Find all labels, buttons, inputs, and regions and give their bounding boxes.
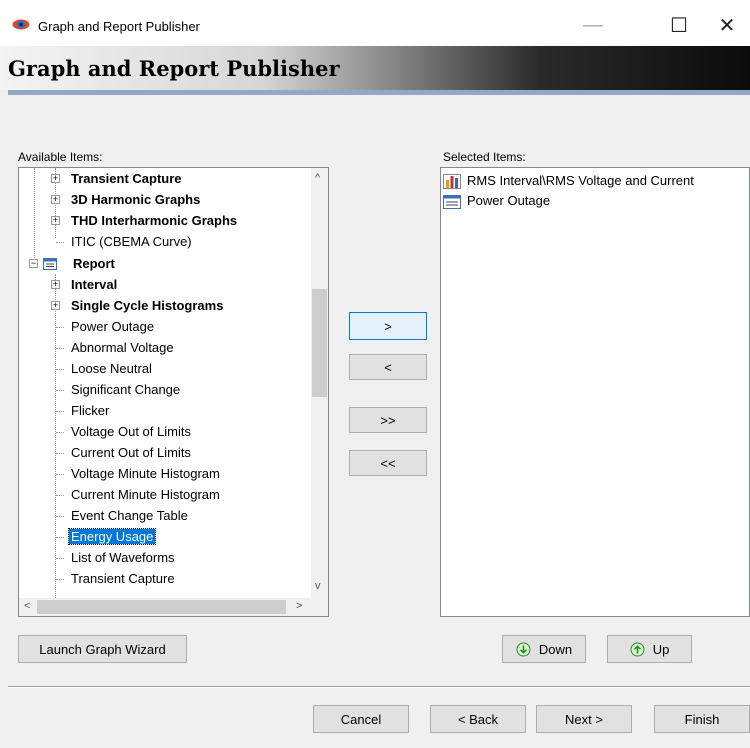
tree-item[interactable]: Current Minute Histogram [71, 484, 220, 505]
vertical-scroll-thumb[interactable] [312, 289, 327, 397]
header-divider [8, 90, 750, 95]
tree-connector [56, 369, 64, 370]
selected-items-label: Selected Items: [443, 150, 526, 164]
app-eye-icon [12, 19, 30, 30]
cancel-button[interactable]: Cancel [313, 705, 409, 733]
scroll-up-icon[interactable]: ^ [315, 172, 320, 184]
tree-item[interactable]: List of Waveforms [71, 547, 175, 568]
tree-connector [56, 390, 64, 391]
footer-divider [8, 686, 750, 688]
tree-item[interactable]: Single Cycle Histograms [71, 295, 223, 316]
up-label: Up [652, 641, 670, 657]
tree-connector [55, 274, 56, 598]
selected-items-list[interactable]: RMS Interval\RMS Voltage and Current Pow… [440, 167, 750, 617]
vertical-scrollbar[interactable]: ^ v [311, 168, 328, 598]
tree-item[interactable]: Voltage Minute Histogram [71, 463, 220, 484]
horizontal-scroll-thumb[interactable] [37, 600, 286, 614]
arrow-down-icon [516, 642, 531, 656]
report-icon [443, 194, 461, 209]
tree-item[interactable]: Abnormal Voltage [71, 337, 174, 358]
page-title: Graph and Report Publisher [8, 56, 340, 81]
maximize-icon: ☐ [670, 14, 688, 37]
add-all-button[interactable]: >> [349, 407, 427, 433]
remove-selected-button[interactable]: < [349, 354, 427, 380]
tree-item[interactable]: ITIC (CBEMA Curve) [71, 231, 192, 252]
move-up-button[interactable]: Up [607, 635, 692, 663]
window-title: Graph and Report Publisher [38, 19, 200, 34]
scroll-left-icon[interactable]: < [24, 600, 30, 612]
window-titlebar: Graph and Report Publisher — ☐ ✕ [0, 0, 750, 46]
move-down-button[interactable]: Down [502, 635, 586, 663]
next-button[interactable]: Next > [536, 705, 632, 733]
remove-all-button[interactable]: << [349, 450, 427, 476]
tree-item[interactable]: Loose Neutral [71, 358, 152, 379]
collapse-icon[interactable]: − [29, 259, 38, 268]
launch-graph-wizard-button[interactable]: Launch Graph Wizard [18, 635, 187, 663]
scroll-right-icon[interactable]: > [296, 600, 302, 612]
tree-item[interactable]: Power Outage [71, 316, 154, 337]
available-items-label: Available Items: [18, 150, 103, 164]
bar-chart-icon [443, 174, 461, 190]
tree-connector [56, 432, 64, 433]
expand-icon[interactable]: + [51, 216, 60, 225]
tree-connector [56, 327, 64, 328]
header-banner: Graph and Report Publisher [0, 46, 750, 90]
scroll-down-icon[interactable]: v [315, 580, 321, 592]
tree-connector [56, 579, 64, 580]
minimize-button[interactable]: — [570, 8, 616, 42]
tree-connector [56, 348, 64, 349]
tree-item[interactable]: Current Out of Limits [71, 442, 191, 463]
tree-item-report[interactable]: Report [73, 253, 115, 274]
tree-connector [56, 558, 64, 559]
expand-icon[interactable]: + [51, 195, 60, 204]
scroll-corner [311, 598, 328, 616]
report-icon [43, 258, 57, 270]
tree-item[interactable]: Interval [71, 274, 117, 295]
tree-item[interactable]: Significant Change [71, 379, 180, 400]
list-item-label: RMS Interval\RMS Voltage and Current [467, 173, 694, 188]
close-icon: ✕ [718, 14, 736, 37]
maximize-button[interactable]: ☐ [656, 8, 702, 42]
tree-item[interactable]: Event Change Table [71, 505, 188, 526]
list-item[interactable]: Power Outage [443, 191, 550, 211]
down-label: Down [538, 641, 573, 657]
minimize-icon: — [583, 13, 603, 36]
list-item-label: Power Outage [467, 193, 551, 208]
expand-icon[interactable]: + [51, 174, 60, 183]
tree-connector [56, 242, 64, 243]
tree-connector [56, 537, 64, 538]
tree-connector [56, 516, 64, 517]
tree-item[interactable]: Transient Capture [71, 168, 182, 189]
tree-connector [56, 453, 64, 454]
tree-connector [56, 411, 64, 412]
tree-item[interactable]: 3D Harmonic Graphs [71, 189, 200, 210]
list-item[interactable]: RMS Interval\RMS Voltage and Current [443, 171, 694, 191]
available-items-tree[interactable]: + Transient Capture + 3D Harmonic Graphs… [18, 167, 329, 617]
tree-connector [56, 474, 64, 475]
tree-item[interactable]: Transient Capture [71, 568, 175, 589]
finish-button[interactable]: Finish [654, 705, 750, 733]
tree-connector [56, 495, 64, 496]
tree-item[interactable]: THD Interharmonic Graphs [71, 210, 237, 231]
tree-item[interactable]: Voltage Out of Limits [71, 421, 191, 442]
back-button[interactable]: < Back [430, 705, 526, 733]
add-selected-button[interactable]: > [349, 312, 427, 340]
horizontal-scrollbar[interactable]: < > [19, 598, 311, 616]
close-button[interactable]: ✕ [704, 8, 750, 42]
arrow-up-icon [630, 642, 645, 656]
expand-icon[interactable]: + [51, 280, 60, 289]
expand-icon[interactable]: + [51, 301, 60, 310]
tree-connector [34, 168, 35, 264]
tree-item[interactable]: Flicker [71, 400, 109, 421]
tree-item-selected[interactable]: Energy Usage [67, 526, 157, 547]
